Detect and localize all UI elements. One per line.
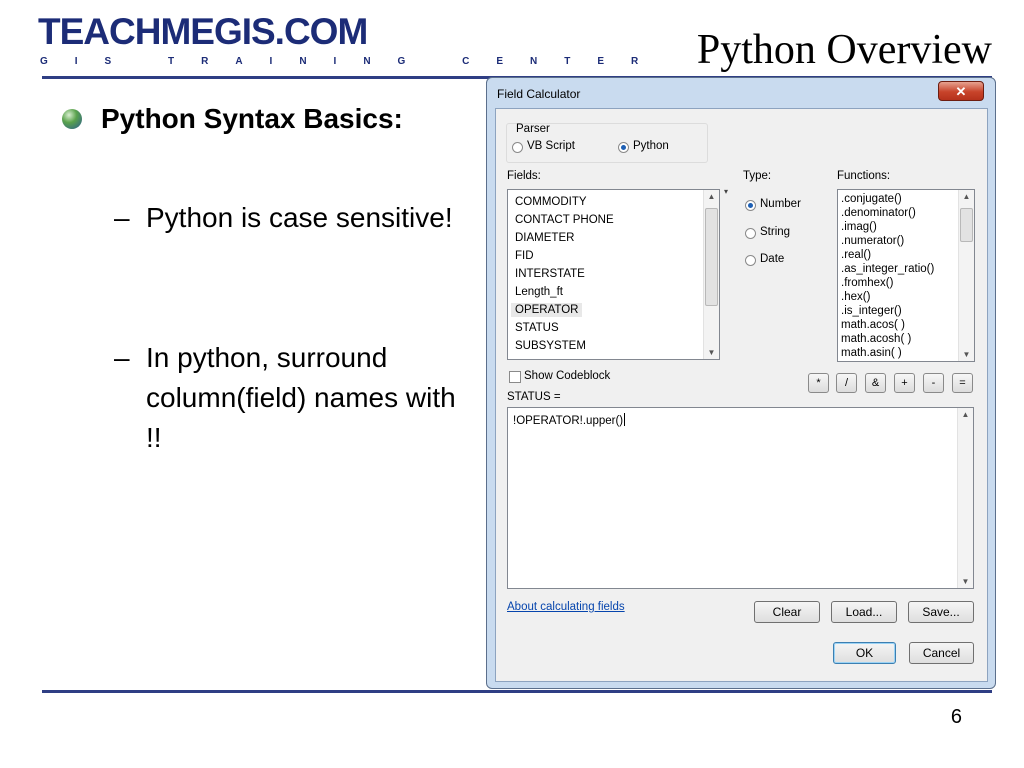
- clear-button[interactable]: Clear: [754, 601, 820, 623]
- scroll-up-icon[interactable]: ▲: [958, 410, 973, 419]
- list-item[interactable]: SUBSYSTEM: [515, 339, 586, 353]
- expression-editor[interactable]: !OPERATOR!.upper() ▲ ▼: [507, 407, 974, 589]
- list-item[interactable]: COMMODITY: [515, 195, 587, 209]
- scroll-thumb[interactable]: [960, 208, 973, 242]
- parser-label: Parser: [516, 123, 550, 135]
- list-item[interactable]: .conjugate(): [841, 192, 902, 206]
- dash-bullet: –: [114, 202, 130, 233]
- bullet-text: Python is case sensitive!: [146, 202, 453, 233]
- dash-bullet: –: [114, 342, 130, 373]
- string-label[interactable]: String: [760, 226, 790, 238]
- expression-value: !OPERATOR!.upper(): [513, 415, 624, 427]
- logo-text: TEACHMEGIS.COM: [38, 11, 368, 52]
- number-radio[interactable]: [745, 200, 756, 211]
- fields-scrollbar[interactable]: ▲ ▼: [703, 190, 719, 359]
- bullet-text: In python, surround column(field) names …: [146, 342, 456, 453]
- list-item[interactable]: Length_ft: [515, 285, 563, 299]
- minus-button[interactable]: -: [923, 373, 944, 393]
- fields-label: Fields:: [507, 170, 541, 182]
- globe-bullet-icon: [62, 109, 82, 129]
- vbscript-label[interactable]: VB Script: [527, 140, 575, 152]
- load-button[interactable]: Load...: [831, 601, 897, 623]
- sort-arrow-icon[interactable]: ▾: [724, 187, 728, 196]
- expression-scrollbar[interactable]: ▲ ▼: [957, 408, 973, 588]
- list-item[interactable]: .hex(): [841, 290, 870, 304]
- list-item[interactable]: .imag(): [841, 220, 877, 234]
- show-codeblock-checkbox[interactable]: [509, 371, 521, 383]
- list-item[interactable]: .is_integer(): [841, 304, 902, 318]
- python-radio[interactable]: [618, 142, 629, 153]
- scroll-down-icon[interactable]: ▼: [959, 350, 974, 359]
- list-item[interactable]: math.asin( ): [841, 346, 902, 360]
- text-cursor: [624, 413, 626, 426]
- list-item[interactable]: .denominator(): [841, 206, 916, 220]
- ok-button[interactable]: OK: [833, 642, 896, 664]
- list-item[interactable]: math.acos( ): [841, 318, 905, 332]
- fields-list[interactable]: COMMODITY CONTACT PHONE DIAMETER FID INT…: [507, 189, 720, 360]
- bullet-field-names: – In python, surround column(field) name…: [114, 338, 464, 462]
- list-item[interactable]: DIAMETER: [515, 231, 574, 245]
- list-item-selected[interactable]: OPERATOR: [511, 303, 583, 317]
- functions-list[interactable]: .conjugate() .denominator() .imag() .num…: [837, 189, 975, 362]
- vbscript-radio[interactable]: [512, 142, 523, 153]
- logo-subtitle: GIS TRAINING CENTER: [40, 56, 666, 67]
- list-item[interactable]: math.acosh( ): [841, 332, 911, 346]
- dialog-title: Field Calculator: [497, 87, 581, 101]
- expression-label: STATUS =: [507, 391, 561, 403]
- dialog-body: Parser VB Script Python Fields: COMMODIT…: [495, 108, 988, 682]
- string-radio[interactable]: [745, 228, 756, 239]
- equals-button[interactable]: =: [952, 373, 973, 393]
- multiply-button[interactable]: *: [808, 373, 829, 393]
- ampersand-button[interactable]: &: [865, 373, 886, 393]
- list-item[interactable]: .as_integer_ratio(): [841, 262, 934, 276]
- page-number: 6: [950, 706, 962, 728]
- date-label[interactable]: Date: [760, 253, 784, 265]
- list-item[interactable]: INTERSTATE: [515, 267, 585, 281]
- slide-title: Python Overview: [696, 27, 992, 73]
- python-label[interactable]: Python: [633, 140, 669, 152]
- plus-button[interactable]: +: [894, 373, 915, 393]
- list-item[interactable]: .numerator(): [841, 234, 904, 248]
- save-button[interactable]: Save...: [908, 601, 974, 623]
- bottom-divider: [42, 690, 992, 693]
- show-codeblock-label[interactable]: Show Codeblock: [524, 370, 610, 382]
- scroll-up-icon[interactable]: ▲: [704, 192, 719, 201]
- date-radio[interactable]: [745, 255, 756, 266]
- scroll-up-icon[interactable]: ▲: [959, 192, 974, 201]
- list-item[interactable]: .fromhex(): [841, 276, 893, 290]
- expression-text[interactable]: !OPERATOR!.upper(): [513, 413, 626, 427]
- type-label: Type:: [743, 170, 772, 182]
- divide-button[interactable]: /: [836, 373, 857, 393]
- functions-scrollbar[interactable]: ▲ ▼: [958, 190, 974, 361]
- close-button[interactable]: ✕: [938, 81, 984, 101]
- functions-label: Functions:: [837, 170, 891, 182]
- list-item[interactable]: CONTACT PHONE: [515, 213, 614, 227]
- about-calculating-fields-link[interactable]: About calculating fields: [507, 601, 625, 613]
- cancel-button[interactable]: Cancel: [909, 642, 974, 664]
- slide-heading: Python Syntax Basics:: [101, 103, 403, 134]
- scroll-thumb[interactable]: [705, 208, 718, 306]
- list-item[interactable]: STATUS: [515, 321, 559, 335]
- list-item[interactable]: FID: [515, 249, 534, 263]
- number-label[interactable]: Number: [760, 198, 801, 210]
- teachmegis-logo: TEACHMEGIS.COM GIS TRAINING CENTER: [38, 11, 638, 72]
- field-calculator-dialog: Field Calculator ✕ Parser VB Script Pyth…: [486, 77, 996, 689]
- scroll-down-icon[interactable]: ▼: [958, 577, 973, 586]
- bullet-case-sensitive: – Python is case sensitive!: [114, 198, 464, 282]
- list-item[interactable]: .real(): [841, 248, 871, 262]
- scroll-down-icon[interactable]: ▼: [704, 348, 719, 357]
